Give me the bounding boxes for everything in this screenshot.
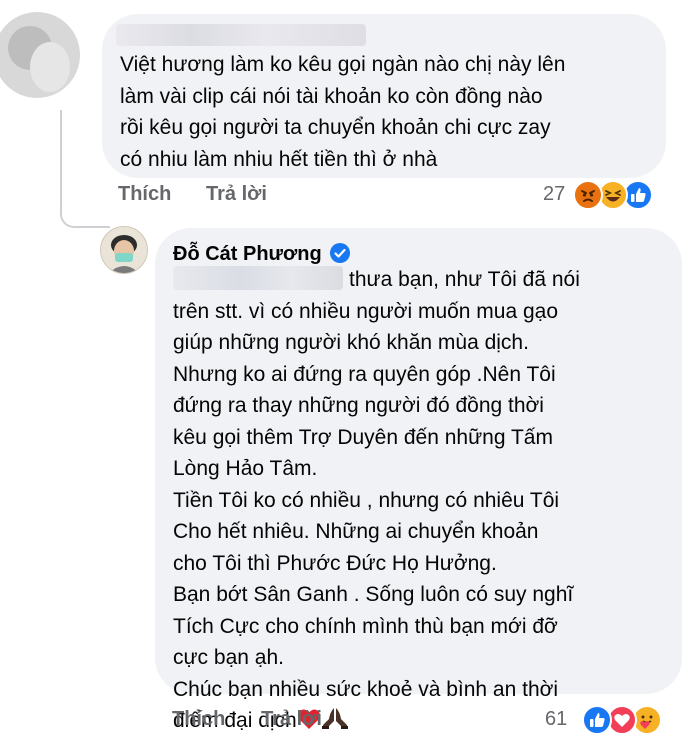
like-button[interactable]: Thích <box>118 183 171 206</box>
angry-icon[interactable] <box>573 180 603 210</box>
thread-connector <box>60 110 110 228</box>
reply-author-name[interactable]: Đỗ Cát Phương <box>173 243 322 266</box>
verified-badge-icon <box>330 243 350 263</box>
praying-hands-icon <box>321 706 349 740</box>
reply-body: trên stt. vì có nhiều người muốn mua gạo… <box>173 299 574 701</box>
reply-author-avatar[interactable] <box>100 226 148 274</box>
commenter-avatar[interactable] <box>0 12 80 98</box>
mentioned-name-blurred[interactable] <box>173 266 343 290</box>
reply-text: thưa bạn, như Tôi đã nói trên stt. vì có… <box>173 264 580 740</box>
reaction-count[interactable]: 61 <box>545 708 567 731</box>
reply-button[interactable]: Trả lời <box>206 183 267 206</box>
reply-button[interactable]: Trả lời <box>261 708 322 731</box>
avatar-blur-shape <box>30 42 70 92</box>
commenter-name-blurred[interactable] <box>116 24 366 46</box>
reply-first-line: thưa bạn, như Tôi đã nói <box>349 268 580 291</box>
comment-text: Việt hương làm ko kêu gọi ngàn nào chị n… <box>120 53 566 171</box>
reaction-count[interactable]: 27 <box>543 183 565 206</box>
like-icon[interactable] <box>582 705 612 735</box>
like-button[interactable]: Thích <box>172 708 225 731</box>
